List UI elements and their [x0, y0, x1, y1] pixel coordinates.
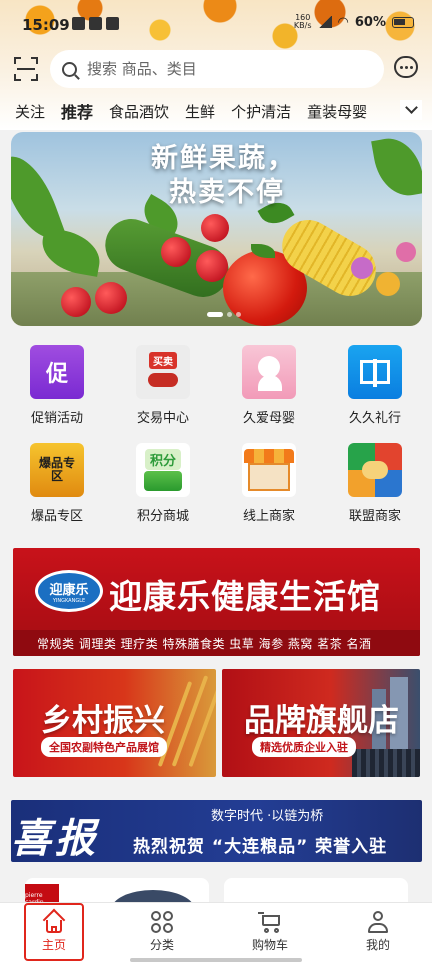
tab-0[interactable]: 关注: [0, 101, 53, 122]
yingkangle-logo: 迎康乐 YINGKANGLE: [35, 570, 103, 612]
grid-item-trade[interactable]: 买卖 交易中心: [118, 345, 208, 431]
trade-handshake-icon: 买卖: [136, 345, 190, 399]
online-store-icon: [242, 443, 296, 497]
network-speed: 160 KB/s: [293, 13, 312, 30]
message-icon[interactable]: [394, 56, 418, 78]
cart-icon: [258, 911, 282, 933]
category-icon: [151, 911, 173, 933]
brand-banner-title: 品牌旗舰店: [244, 703, 399, 739]
status-right: 160 KB/s ◠ 60%: [294, 14, 414, 30]
points-mall-icon: 积分: [136, 443, 190, 497]
hero-banner[interactable]: 新鲜果蔬， 热卖不停: [11, 132, 422, 326]
hero-title: 新鲜果蔬， 热卖不停: [151, 143, 296, 208]
news-banner-top: 数字时代 ·以链为桥: [211, 809, 324, 824]
grid-item-alliance[interactable]: 联盟商家: [330, 443, 420, 529]
carousel-indicator: [207, 312, 241, 317]
tab-4[interactable]: 个护清洁: [223, 101, 299, 122]
rural-banner-subtitle: 全国农副特色产品展馆: [41, 737, 167, 757]
health-banner-subtitle: 常规类 调理类 理疗类 特殊膳食类 虫草 海参 燕窝 茗茶 名酒: [37, 637, 372, 651]
grid-item-points[interactable]: 积分 积分商城: [118, 443, 208, 529]
news-banner-headline: 喜报: [11, 815, 99, 862]
category-tabs: 关注 推荐 食品酒饮 生鲜 个护清洁 童装母婴: [0, 96, 398, 126]
status-time: 15:09: [22, 16, 70, 34]
health-banner[interactable]: 迎康乐 YINGKANGLE 迎康乐健康生活馆 常规类 调理类 理疗类 特殊膳食…: [13, 548, 420, 656]
rural-revitalization-banner[interactable]: 乡村振兴 全国农副特色产品展馆: [13, 669, 216, 777]
home-indicator: [130, 958, 302, 962]
profile-icon: [367, 911, 389, 933]
brand-flagship-banner[interactable]: 品牌旗舰店 精选优质企业入驻: [222, 669, 420, 777]
grid-item-promo[interactable]: 促 促销活动: [12, 345, 102, 431]
signal-icon: [317, 16, 332, 28]
grid-item-mother-baby[interactable]: 久爱母婴: [224, 345, 314, 431]
tab-5[interactable]: 童装母婴: [299, 101, 375, 122]
notification-icons: [72, 17, 119, 30]
news-banner[interactable]: 喜报 数字时代 ·以链为桥 热烈祝贺 “大连粮品” 荣誉入驻: [11, 800, 422, 862]
category-grid: 促 促销活动 买卖 交易中心 久爱母婴 久久礼行 爆品专区 爆品专区 积分 积分…: [0, 340, 432, 530]
search-input[interactable]: [87, 60, 347, 78]
search-row: [0, 50, 432, 88]
hot-product-icon: 爆品专区: [30, 443, 84, 497]
battery-icon: [392, 16, 414, 28]
tab-1[interactable]: 推荐: [53, 99, 101, 123]
nav-category[interactable]: 分类: [108, 903, 216, 964]
tab-2[interactable]: 食品酒饮: [101, 101, 177, 122]
wifi-icon: ◠: [337, 14, 349, 30]
search-icon: [62, 61, 77, 77]
grid-item-online-store[interactable]: 线上商家: [224, 443, 314, 529]
search-box[interactable]: [50, 50, 384, 88]
grid-item-gift[interactable]: 久久礼行: [330, 345, 420, 431]
app-notification-icon: [72, 17, 85, 30]
nav-home-highlight: [24, 903, 84, 961]
health-banner-title: 迎康乐健康生活馆: [109, 577, 381, 616]
scan-icon[interactable]: [14, 57, 38, 81]
app-notification-icon: [106, 17, 119, 30]
alliance-handshake-icon: [348, 443, 402, 497]
grid-item-hot[interactable]: 爆品专区 爆品专区: [12, 443, 102, 529]
brand-banner-subtitle: 精选优质企业入驻: [252, 737, 356, 757]
mother-baby-icon: [242, 345, 296, 399]
battery-percent: 60%: [354, 14, 386, 30]
news-banner-main: 热烈祝贺 “大连粮品” 荣誉入驻: [133, 837, 388, 857]
nav-cart[interactable]: 购物车: [216, 903, 324, 964]
status-bar: 15:09 160 KB/s ◠ 60%: [0, 0, 432, 46]
rural-banner-title: 乡村振兴: [41, 703, 165, 739]
app-notification-icon: [89, 17, 102, 30]
chevron-down-icon[interactable]: [400, 100, 422, 120]
nav-profile[interactable]: 我的: [324, 903, 432, 964]
gift-box-icon: [348, 345, 402, 399]
tab-3[interactable]: 生鲜: [177, 101, 223, 122]
promo-gift-icon: 促: [30, 345, 84, 399]
